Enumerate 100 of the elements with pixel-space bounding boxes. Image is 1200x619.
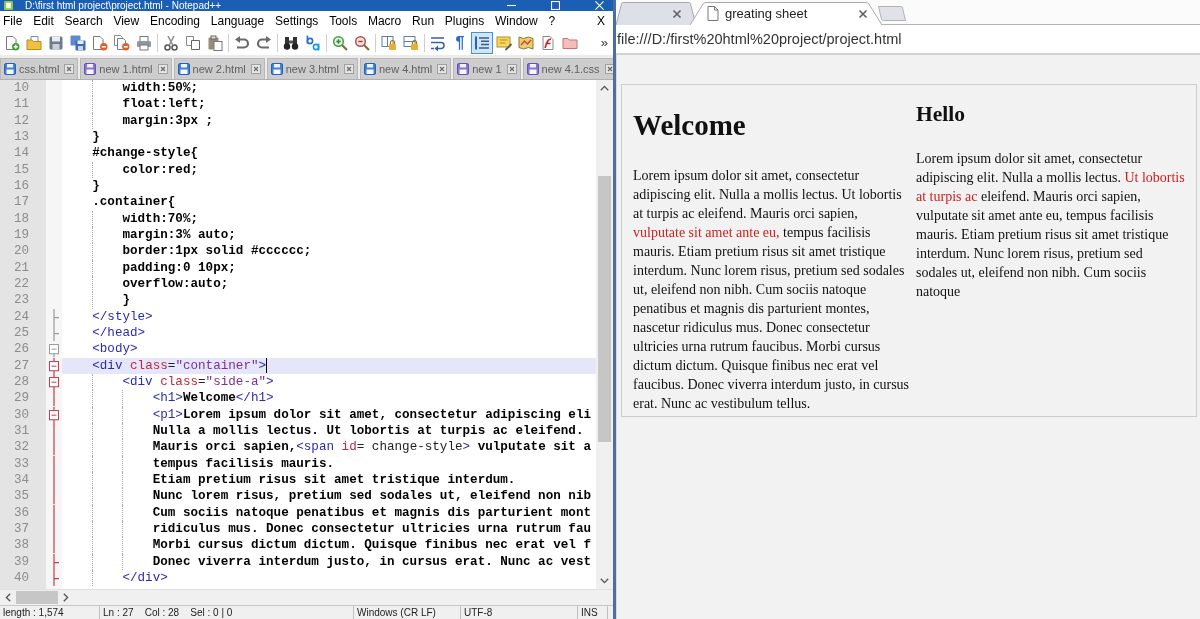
code-line: tempus facilisis mauris. <box>152 455 335 472</box>
page-minus-icon <box>92 35 108 51</box>
menu-item[interactable]: ? <box>543 12 561 30</box>
chevron-up-icon[interactable] <box>600 85 609 91</box>
close-icon[interactable] <box>858 8 868 19</box>
toolbar-overflow-button[interactable]: » <box>598 33 613 53</box>
toolbar-button[interactable]: ¶ <box>449 32 471 54</box>
pages-minus-icon <box>114 35 130 51</box>
code-line: Nulla a mollis lectus. Ut lobortis at turpis ac eleifend. <box>152 422 584 440</box>
page-heading: Hello <box>916 102 965 127</box>
line-number: 24 <box>12 308 30 325</box>
clipboard-icon <box>207 35 223 51</box>
line-number: 16 <box>12 177 30 195</box>
menu-item[interactable]: Tools <box>323 12 363 30</box>
close-icon[interactable] <box>506 64 517 74</box>
code-line: width:50%; <box>122 80 198 97</box>
menu-item[interactable]: Settings <box>269 12 324 30</box>
code-line: } <box>92 129 100 146</box>
close-icon[interactable] <box>437 64 448 74</box>
fold-minus-icon[interactable] <box>49 341 59 358</box>
line-number: 40 <box>12 569 30 587</box>
close-icon[interactable] <box>157 64 168 74</box>
code-line: width:70%; <box>122 210 198 227</box>
page-pen-icon <box>540 35 556 51</box>
line-number: 17 <box>12 194 30 211</box>
close-icon[interactable] <box>604 64 613 74</box>
line-number: 25 <box>12 324 30 342</box>
menu-item[interactable]: Plugins <box>439 12 490 30</box>
status-text: UTF-8 <box>461 606 578 619</box>
code-line: .container{ <box>92 194 176 211</box>
file-tab[interactable]: new 4.1.css <box>522 58 613 79</box>
maximize-icon[interactable] <box>551 1 560 10</box>
menu-item[interactable]: Window <box>489 12 544 30</box>
code-line: Etiam pretium risus sit amet tristique interdum. <box>152 471 516 489</box>
scrollbar-thumb[interactable] <box>598 176 611 442</box>
close-icon[interactable] <box>64 64 75 74</box>
file-tab[interactable]: new 2.html <box>173 58 265 79</box>
code-line: </div> <box>122 569 168 587</box>
line-number: 33 <box>12 455 30 472</box>
code-line: <h1>Welcome</h1> <box>152 390 274 407</box>
code-line: margin:3% auto; <box>122 226 236 244</box>
printer-icon <box>136 35 152 51</box>
fold-minus-icon[interactable] <box>49 406 59 423</box>
browser-tab[interactable] <box>616 2 696 25</box>
fold-minus-icon[interactable] <box>49 357 59 374</box>
menu-item[interactable]: File <box>0 12 28 30</box>
scrollbar-thumb[interactable] <box>16 591 58 604</box>
replace-icon <box>305 35 321 51</box>
line-number: 22 <box>12 275 30 293</box>
code-line: <p1>Lorem ipsum dolor sit amet, consectetur adipiscing eli <box>152 406 591 423</box>
folder-page-icon <box>26 35 42 51</box>
menu-item[interactable]: View <box>108 12 145 30</box>
code-line: overflow:auto; <box>122 275 229 293</box>
close-button[interactable]: X <box>593 12 613 30</box>
chevron-down-icon[interactable] <box>600 578 609 584</box>
menu-item[interactable]: Encoding <box>144 12 206 30</box>
file-tab[interactable]: new 3.html <box>266 58 358 79</box>
fold-minus-icon[interactable] <box>49 373 59 391</box>
line-number: 19 <box>12 226 30 244</box>
code-line: </style> <box>92 308 153 325</box>
redo-icon <box>256 35 272 51</box>
code-line: ridiculus mus. Donec consectetur ultricies urna rutrum fau <box>152 520 591 538</box>
vertical-scrollbar[interactable] <box>596 80 613 589</box>
line-number: 11 <box>12 96 30 113</box>
horizontal-scrollbar[interactable] <box>0 589 613 605</box>
menu-item[interactable]: Macro <box>362 12 407 30</box>
menu-item[interactable]: Run <box>406 12 440 30</box>
close-icon[interactable] <box>672 8 682 19</box>
close-icon[interactable] <box>250 64 261 74</box>
chevron-left-icon[interactable] <box>5 593 11 602</box>
undo-icon <box>234 35 250 51</box>
code-line: <body> <box>92 341 138 358</box>
file-tab[interactable]: new 4.html <box>359 58 452 79</box>
menu-item[interactable]: Edit <box>27 12 60 30</box>
line-number: 26 <box>12 341 30 358</box>
line-number: 14 <box>12 145 30 162</box>
line-number: 39 <box>12 553 30 570</box>
close-icon[interactable] <box>343 64 354 74</box>
file-tab[interactable]: new 1.html <box>80 58 172 79</box>
line-number: 34 <box>12 471 30 489</box>
code-line: } <box>122 292 130 309</box>
code-line: color:red; <box>122 161 198 178</box>
line-number: 30 <box>12 406 30 423</box>
status-text: length : 1,574 <box>0 606 100 619</box>
code-line: Nunc lorem risus, pretium sed sodales ut, eleifend non nib <box>152 488 591 505</box>
line-number: 20 <box>12 243 30 260</box>
window-title: D:\first html project\project.html - Notepad++ <box>25 0 222 11</box>
page-icon <box>707 6 719 21</box>
file-tab[interactable]: new 1 <box>453 58 521 79</box>
code-line: border:1px solid #cccccc; <box>122 243 312 260</box>
floppy-disks-icon <box>70 35 86 51</box>
window-lock-icon <box>403 35 419 51</box>
menu-item[interactable]: Search <box>59 12 108 30</box>
file-tab[interactable]: css.html <box>0 58 79 79</box>
copy-icon <box>185 35 201 51</box>
code-line: </head> <box>92 324 146 342</box>
line-number: 21 <box>12 259 30 276</box>
menu-item[interactable]: Language <box>205 12 270 30</box>
chevron-right-icon[interactable] <box>63 593 69 602</box>
note-icon <box>496 35 512 51</box>
